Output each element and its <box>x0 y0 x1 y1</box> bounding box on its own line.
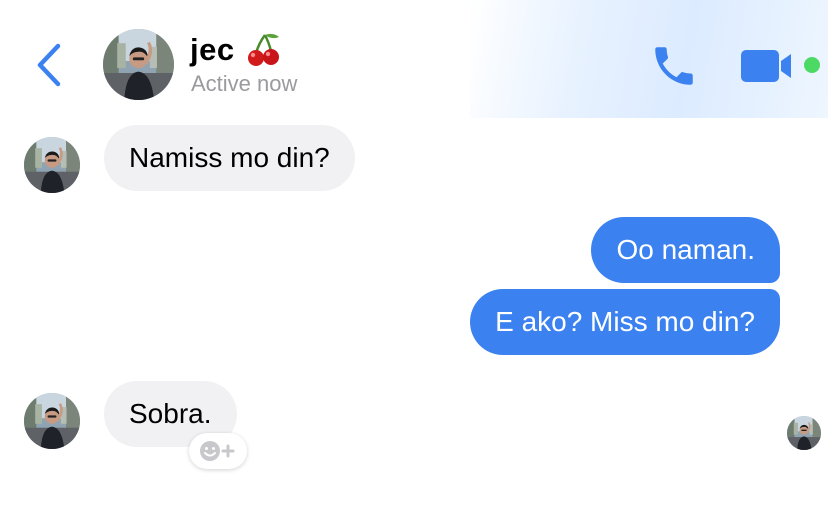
phone-icon <box>655 47 693 85</box>
contact-avatar-small[interactable] <box>24 137 80 193</box>
contact-avatar[interactable] <box>103 29 174 100</box>
voice-call-button[interactable] <box>649 41 699 91</box>
sent-message-bubble[interactable]: E ako? Miss mo din? <box>470 289 780 355</box>
video-camera-icon <box>741 50 791 82</box>
received-message-bubble[interactable]: Namiss mo din? <box>104 125 355 191</box>
video-call-button[interactable] <box>741 48 797 84</box>
contact-name-row[interactable]: jec <box>190 30 283 70</box>
read-receipt-avatar <box>787 416 821 450</box>
contact-avatar-small[interactable] <box>24 393 80 449</box>
add-reaction-button[interactable] <box>189 433 247 469</box>
contact-name: jec <box>190 32 235 67</box>
chevron-left-icon <box>37 43 61 87</box>
smiley-plus-icon <box>200 441 235 461</box>
back-button[interactable] <box>30 40 70 90</box>
sent-message-bubble[interactable]: Oo naman. <box>591 217 780 283</box>
online-indicator <box>804 57 820 73</box>
active-status: Active now <box>191 71 298 96</box>
cherries-icon <box>247 33 279 66</box>
chat-header: jec Active now <box>0 0 828 118</box>
